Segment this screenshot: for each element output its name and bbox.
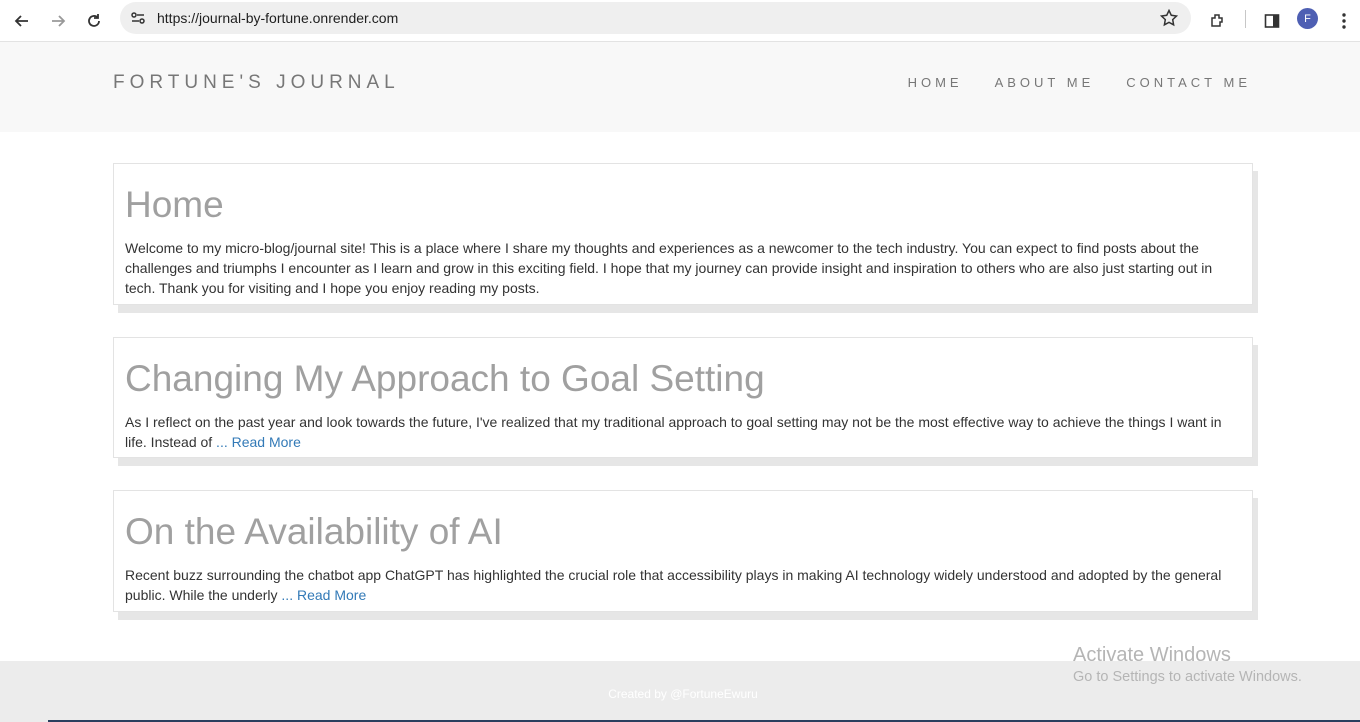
post-excerpt: Recent buzz surrounding the chatbot app … bbox=[125, 565, 1241, 605]
activate-windows-watermark: Activate Windows Go to Settings to activ… bbox=[1073, 644, 1302, 685]
watermark-subtitle: Go to Settings to activate Windows. bbox=[1073, 669, 1302, 685]
post-body: Welcome to my micro-blog/journal site! T… bbox=[125, 240, 1213, 296]
post-ellipsis: ... bbox=[277, 587, 297, 603]
post-card: On the Availability of AI Recent buzz su… bbox=[113, 490, 1253, 612]
post-title: Home bbox=[125, 184, 224, 225]
footer-credit: Created by @FortuneEwuru bbox=[608, 687, 758, 701]
address-bar[interactable]: https://journal-by-fortune.onrender.com bbox=[120, 2, 1191, 34]
nav-link-home[interactable]: HOME bbox=[908, 75, 963, 90]
reload-icon[interactable] bbox=[80, 7, 108, 35]
read-more-link[interactable]: Read More bbox=[232, 434, 301, 450]
site-header: FORTUNE'S JOURNAL HOME ABOUT ME CONTACT … bbox=[0, 42, 1360, 132]
side-panel-icon[interactable] bbox=[1258, 7, 1286, 35]
post-card: Home Welcome to my micro-blog/journal si… bbox=[113, 163, 1253, 305]
menu-kebab-icon[interactable] bbox=[1330, 7, 1358, 35]
site-info-icon[interactable] bbox=[128, 8, 148, 28]
extensions-icon[interactable] bbox=[1204, 7, 1232, 35]
nav-link-contact-me[interactable]: CONTACT ME bbox=[1126, 75, 1251, 90]
forward-arrow-icon[interactable] bbox=[44, 7, 72, 35]
bookmark-star-icon[interactable] bbox=[1159, 8, 1179, 28]
browser-toolbar: https://journal-by-fortune.onrender.com … bbox=[0, 0, 1360, 42]
post-excerpt: As I reflect on the past year and look t… bbox=[125, 412, 1241, 452]
read-more-link[interactable]: Read More bbox=[297, 587, 366, 603]
profile-avatar[interactable]: F bbox=[1297, 8, 1318, 29]
toolbar-divider bbox=[1245, 10, 1246, 28]
post-title: Changing My Approach to Goal Setting bbox=[125, 358, 765, 399]
post-ellipsis: ... bbox=[212, 434, 232, 450]
site-nav: HOME ABOUT ME CONTACT ME bbox=[908, 75, 1251, 90]
nav-link-about-me[interactable]: ABOUT ME bbox=[995, 75, 1095, 90]
watermark-title: Activate Windows bbox=[1073, 644, 1231, 666]
post-card: Changing My Approach to Goal Setting As … bbox=[113, 337, 1253, 458]
back-arrow-icon[interactable] bbox=[8, 7, 36, 35]
url-text[interactable]: https://journal-by-fortune.onrender.com bbox=[157, 10, 398, 26]
post-title: On the Availability of AI bbox=[125, 511, 503, 552]
site-brand[interactable]: FORTUNE'S JOURNAL bbox=[113, 72, 400, 94]
